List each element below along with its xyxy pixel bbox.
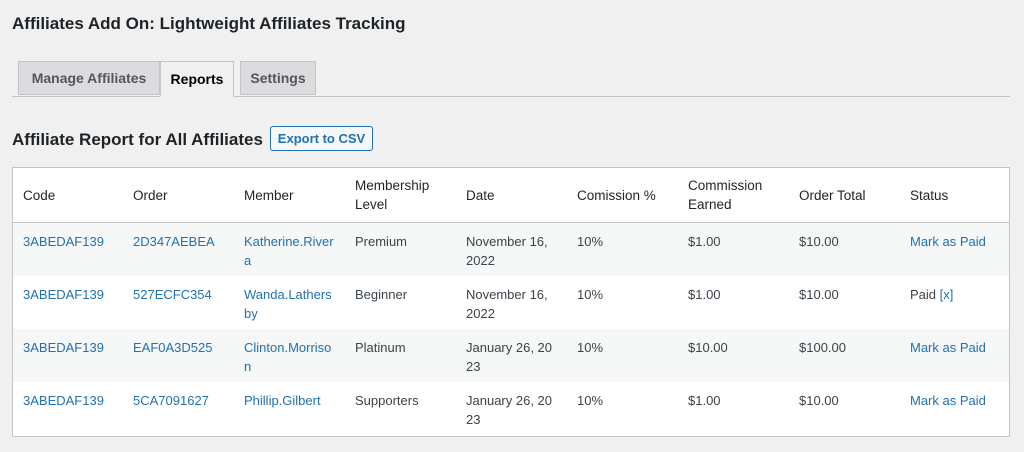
member-link[interactable]: Clinton.Morrison (244, 340, 331, 374)
header-member: Member (234, 168, 345, 223)
earned-cell: $1.00 (688, 287, 721, 302)
header-code: Code (13, 168, 123, 223)
earned-cell: $1.00 (678, 222, 789, 276)
table-row: 3ABEDAF139 2D347AEBEA Katherine.Rivera P… (13, 222, 1009, 276)
tab-settings[interactable]: Settings (240, 61, 316, 95)
earned-cell: $10.00 (678, 329, 789, 382)
level-cell: Platinum (345, 329, 456, 382)
report-title: Affiliate Report for All Affiliates (12, 130, 263, 149)
order-link[interactable]: 5CA7091627 (133, 393, 209, 408)
order-link[interactable]: 2D347AEBEA (133, 234, 215, 249)
table-header-row: Code Order Member Membership Level Date … (13, 168, 1009, 223)
mark-as-paid-link[interactable]: Mark as Paid (910, 234, 986, 249)
total-cell: $10.00 (799, 287, 839, 302)
table-row: 3ABEDAF139 EAF0A3D525 Clinton.Morrison P… (13, 329, 1009, 382)
affiliate-report-table: Code Order Member Membership Level Date … (12, 167, 1010, 437)
code-link[interactable]: 3ABEDAF139 (23, 393, 104, 408)
percent-cell: 10% (567, 329, 678, 382)
member-link[interactable]: Phillip.Gilbert (244, 393, 321, 408)
tab-reports[interactable]: Reports (160, 61, 234, 97)
header-order: Order (123, 168, 234, 223)
total-cell: $100.00 (789, 329, 900, 382)
unmark-paid-link[interactable]: [x] (940, 287, 954, 302)
order-link[interactable]: EAF0A3D525 (133, 340, 213, 355)
member-link[interactable]: Wanda.Lathersby (244, 287, 332, 321)
date-cell: January 26, 2023 (466, 393, 553, 427)
mark-as-paid-link[interactable]: Mark as Paid (910, 340, 986, 355)
header-order-total: Order Total (789, 168, 900, 223)
mark-as-paid-link[interactable]: Mark as Paid (910, 393, 986, 408)
date-cell: November 16, 2022 (466, 287, 548, 321)
header-membership-level: Membership Level (345, 168, 456, 223)
level-cell: Beginner (355, 287, 408, 302)
total-cell: $10.00 (799, 393, 839, 408)
total-cell: $10.00 (789, 222, 900, 276)
header-status: Status (900, 168, 1009, 223)
date-cell: November 16, 2022 (456, 222, 567, 276)
table-row: 3ABEDAF139 5CA7091627 Phillip.Gilbert Su… (13, 382, 1009, 435)
code-link[interactable]: 3ABEDAF139 (23, 287, 104, 302)
header-date: Date (456, 168, 567, 223)
percent-cell: 10% (567, 222, 678, 276)
date-cell: January 26, 2023 (456, 329, 567, 382)
header-commission-earned: Commission Earned (678, 168, 789, 223)
earned-cell: $1.00 (688, 393, 721, 408)
percent-cell: 10% (577, 393, 604, 408)
order-link[interactable]: 527ECFC354 (133, 287, 212, 302)
member-link[interactable]: Katherine.Rivera (244, 234, 334, 268)
level-cell: Supporters (355, 393, 419, 408)
code-link[interactable]: 3ABEDAF139 (23, 340, 104, 355)
percent-cell: 10% (577, 287, 604, 302)
code-link[interactable]: 3ABEDAF139 (23, 234, 104, 249)
table-row: 3ABEDAF139 527ECFC354 Wanda.Lathersby Be… (13, 276, 1009, 329)
level-cell: Premium (345, 222, 456, 276)
page-title: Affiliates Add On: Lightweight Affiliate… (12, 14, 406, 33)
header-commission-percent: Comission % (567, 168, 678, 223)
export-csv-button[interactable]: Export to CSV (270, 126, 373, 151)
nav-tabs: Manage Affiliates Reports Settings (12, 61, 1010, 97)
tab-manage-affiliates[interactable]: Manage Affiliates (18, 61, 160, 95)
status-paid-text: Paid (910, 287, 937, 302)
